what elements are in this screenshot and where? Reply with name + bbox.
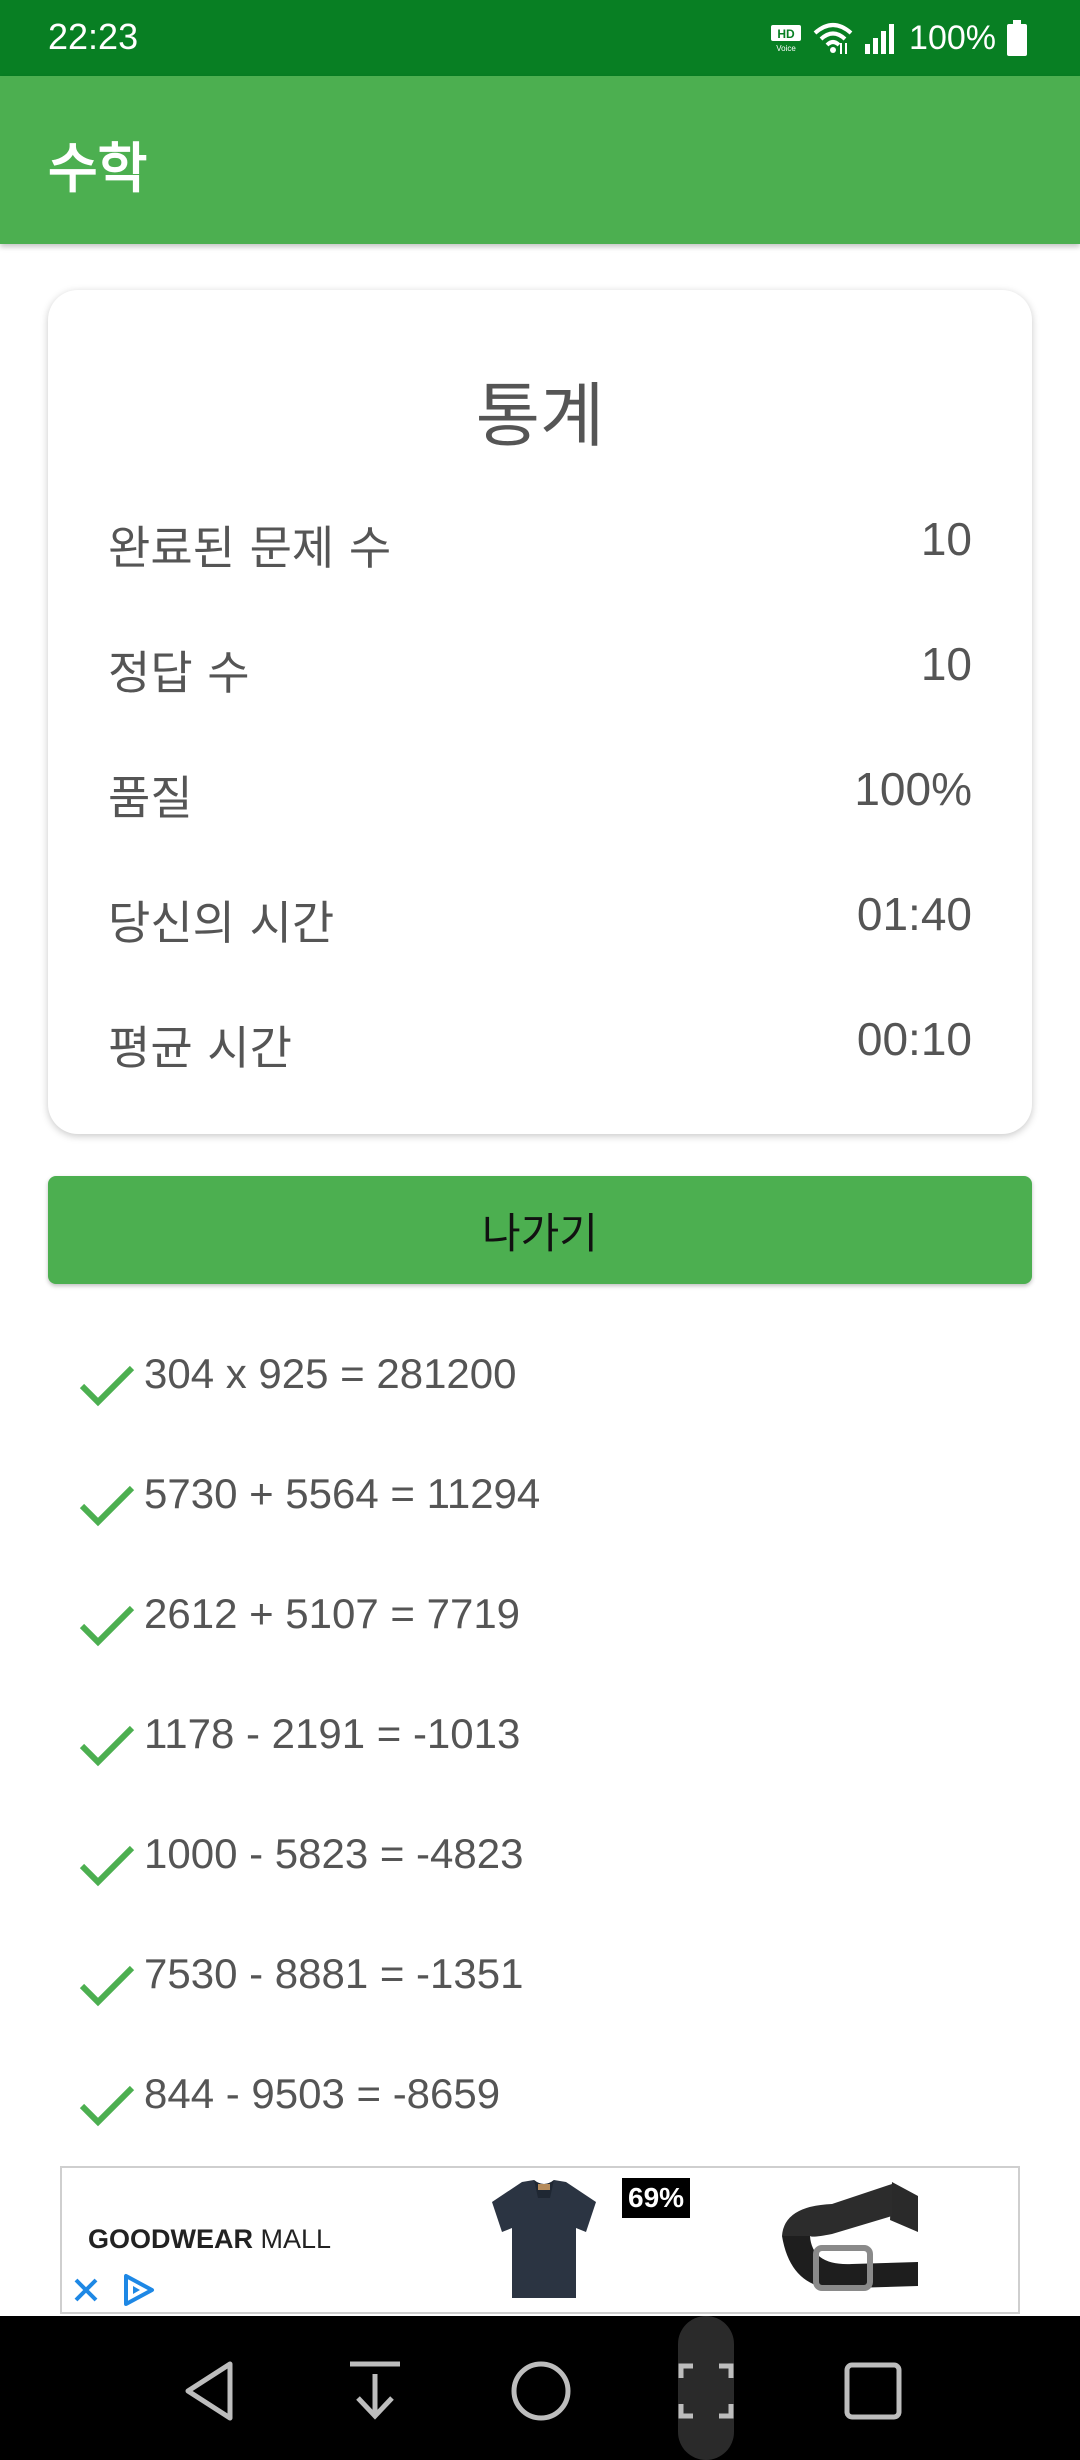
svg-text:HD: HD — [777, 27, 795, 41]
result-text: 844 - 9503 = -8659 — [144, 2070, 501, 2117]
shirt-image — [492, 2180, 596, 2298]
list-item: 5730 + 5564 = 11294 — [78, 1470, 978, 1540]
home-icon[interactable] — [506, 2356, 576, 2426]
result-text: 1000 - 5823 = -4823 — [144, 1830, 524, 1877]
stat-label: 평균 시간 — [108, 1021, 292, 1075]
ad-banner[interactable]: GOODWEAR MALL 69% — [60, 2166, 1020, 2314]
stat-row-quality: 품질 100% — [108, 762, 972, 832]
list-item: 7530 - 8881 = -1351 — [78, 1950, 978, 2020]
check-icon — [79, 1845, 135, 1887]
stats-card: 통계 완료된 문제 수 10 정답 수 10 품질 100% 당신의 시간 01… — [48, 290, 1032, 1134]
stat-label: 품질 — [108, 771, 193, 825]
app-bar: 수학 — [0, 76, 1080, 244]
list-item: 2612 + 5107 = 7719 — [78, 1590, 978, 1660]
list-item: 1000 - 5823 = -4823 — [78, 1830, 978, 1900]
ad-brand-bold: GOODWEAR — [88, 2224, 253, 2254]
stats-title: 통계 — [475, 375, 605, 457]
status-time: 22:23 — [48, 16, 139, 57]
stat-row-your-time: 당신의 시간 01:40 — [108, 887, 972, 957]
check-icon — [79, 1485, 135, 1527]
stat-value: 00:10 — [856, 1013, 972, 1065]
download-icon[interactable] — [340, 2356, 410, 2426]
stat-row-average-time: 평균 시간 00:10 — [108, 1012, 972, 1082]
close-icon[interactable] — [70, 2274, 102, 2306]
exit-button-label: 나가기 — [482, 1209, 598, 1257]
list-item: 304 x 925 = 281200 — [78, 1350, 978, 1420]
result-text: 5730 + 5564 = 11294 — [144, 1470, 541, 1517]
discount-badge: 69% — [622, 2178, 691, 2218]
check-icon — [79, 1605, 135, 1647]
check-icon — [79, 1365, 135, 1407]
recents-icon[interactable] — [838, 2356, 908, 2426]
capture-icon[interactable] — [671, 2356, 741, 2426]
stat-label: 당신의 시간 — [108, 896, 335, 950]
stat-value: 10 — [920, 513, 972, 565]
list-item: 844 - 9503 = -8659 — [78, 2070, 978, 2140]
result-text: 304 x 925 = 281200 — [144, 1350, 517, 1397]
stat-label: 정답 수 — [108, 646, 250, 700]
svg-text:Voice: Voice — [776, 44, 796, 53]
exit-button[interactable]: 나가기 — [48, 1176, 1032, 1284]
stat-value: 01:40 — [856, 888, 972, 940]
belt-image — [782, 2182, 918, 2291]
result-text: 2612 + 5107 = 7719 — [144, 1590, 521, 1637]
stat-value: 100% — [854, 763, 972, 815]
wifi-icon — [813, 23, 853, 54]
hd-voice-icon: HD Voice — [771, 25, 802, 53]
ad-brand-regular: MALL — [253, 2224, 332, 2254]
status-icons: HD Voice 100% — [769, 14, 1028, 62]
app-title: 수학 — [48, 137, 148, 200]
check-icon — [79, 1725, 135, 1767]
back-icon[interactable] — [176, 2356, 246, 2426]
battery-icon — [1007, 20, 1027, 56]
check-icon — [79, 1965, 135, 2007]
status-bar: 22:23 HD Voice 100% — [0, 0, 1080, 76]
ad-choices-icon[interactable] — [118, 2270, 158, 2310]
stat-value: 10 — [920, 638, 972, 690]
result-text: 7530 - 8881 = -1351 — [144, 1950, 524, 1997]
list-item: 1178 - 2191 = -1013 — [78, 1710, 978, 1780]
navigation-bar — [0, 2316, 1080, 2460]
ad-brand: GOODWEAR MALL — [88, 2224, 331, 2255]
stat-label: 완료된 문제 수 — [108, 521, 392, 575]
stat-row-correct: 정답 수 10 — [108, 637, 972, 707]
signal-icon — [865, 24, 895, 54]
check-icon — [79, 2085, 135, 2127]
stat-row-completed: 완료된 문제 수 10 — [108, 512, 972, 582]
battery-percent: 100% — [909, 18, 996, 57]
result-text: 1178 - 2191 = -1013 — [144, 1710, 521, 1757]
